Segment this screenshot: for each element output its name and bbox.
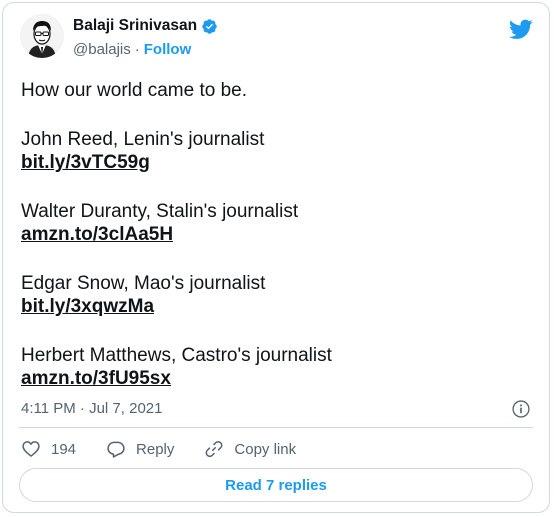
tweet-actions: 194 Reply Copy link	[21, 439, 326, 459]
reply-button[interactable]: Reply	[106, 439, 174, 459]
info-icon[interactable]	[511, 399, 531, 419]
follow-button[interactable]: Follow	[144, 41, 192, 58]
entry-link[interactable]: amzn.to/3clAa5H	[21, 224, 173, 245]
tweet-intro: How our world came to be.	[21, 80, 247, 101]
verified-badge-icon	[201, 18, 218, 35]
entry-text: Walter Duranty, Stalin's journalist	[21, 201, 299, 222]
tweet-timestamp[interactable]: 4:11 PM · Jul 7, 2021	[21, 400, 162, 417]
copy-link-button[interactable]: Copy link	[204, 439, 296, 459]
author-name-row: Balaji Srinivasan	[73, 17, 218, 35]
like-button[interactable]: 194	[21, 439, 76, 459]
divider	[19, 427, 533, 428]
avatar[interactable]	[20, 14, 64, 58]
entry-text: Herbert Matthews, Castro's journalist	[21, 345, 332, 366]
reply-icon	[107, 441, 125, 458]
author-handle[interactable]: @balajis	[73, 41, 131, 58]
like-count: 194	[51, 440, 77, 458]
tweet-header: Balaji Srinivasan @balajis · Follow	[3, 3, 549, 73]
separator-dot: ·	[134, 41, 140, 58]
author-handle-row: @balajis · Follow	[73, 41, 191, 58]
twitter-bird-icon[interactable]	[509, 19, 533, 40]
entry-link[interactable]: bit.ly/3vTC59g	[21, 152, 150, 173]
entry-text: Edgar Snow, Mao's journalist	[21, 273, 266, 294]
tweet-body: How our world came to be. John Reed, Len…	[21, 79, 531, 390]
read-replies-button[interactable]: Read 7 replies	[19, 468, 533, 502]
tweet-card: Balaji Srinivasan @balajis · Follow How …	[2, 2, 550, 513]
link-icon	[205, 440, 223, 458]
copy-link-label: Copy link	[234, 440, 297, 458]
entry-link[interactable]: amzn.to/3fU95sx	[21, 368, 171, 389]
entry-link[interactable]: bit.ly/3xqwzMa	[21, 296, 154, 317]
entry-text: John Reed, Lenin's journalist	[21, 129, 265, 150]
author-name[interactable]: Balaji Srinivasan	[73, 17, 197, 35]
reply-label: Reply	[136, 440, 175, 458]
heart-icon	[22, 441, 40, 457]
